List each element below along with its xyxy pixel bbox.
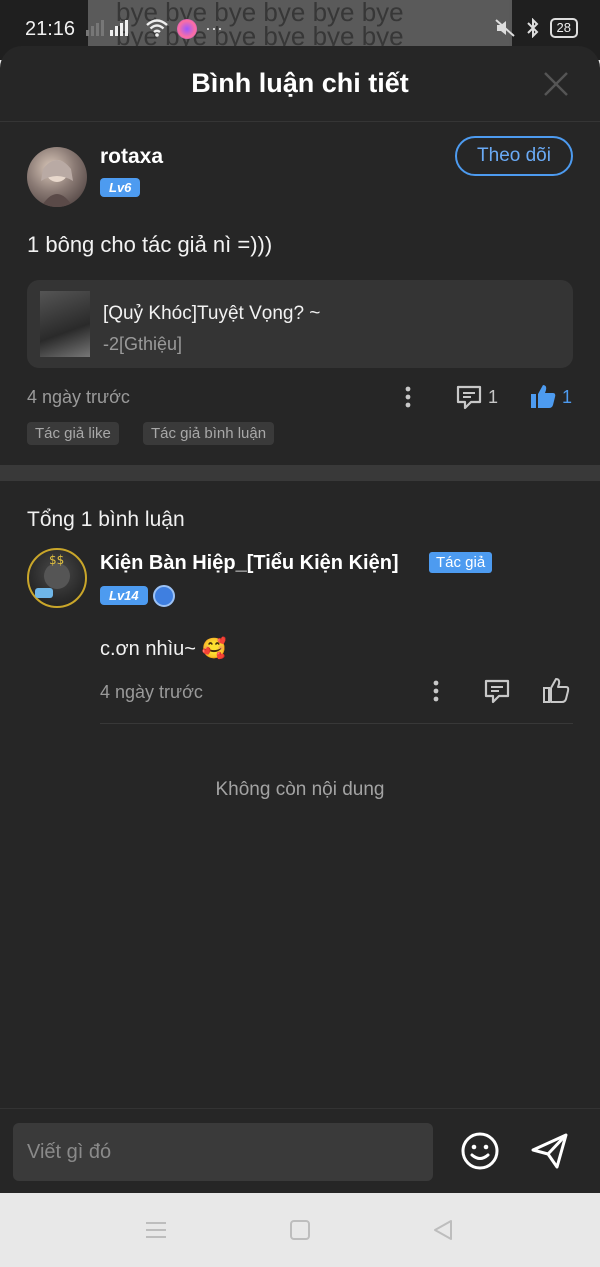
more-notifications-icon: ··· <box>205 18 223 38</box>
mute-icon <box>494 19 515 37</box>
comment-separator <box>100 723 573 724</box>
avatar-image <box>41 160 73 207</box>
reply-icon[interactable] <box>483 678 511 704</box>
avatar[interactable] <box>27 147 87 207</box>
post-text: 1 bông cho tác giả nì =))) <box>27 232 273 257</box>
comment-time: 4 ngày trước <box>100 682 203 702</box>
comment-like-icon[interactable] <box>542 676 570 704</box>
tag-author-comment: Tác giả bình luận <box>143 422 275 445</box>
menu-icon[interactable] <box>145 1220 167 1240</box>
system-nav-bar <box>0 1193 600 1267</box>
commenter-name[interactable]: Kiện Bàn Hiệp_[Tiểu Kiện Kiện] <box>100 552 399 575</box>
verified-icon <box>153 585 175 607</box>
post-time: 4 ngày trước <box>27 387 130 407</box>
like-icon-active[interactable] <box>529 382 557 410</box>
like-count: 1 <box>562 387 573 407</box>
novel-subtitle: -2[Gthiệu] <box>103 334 183 354</box>
total-comments-label: Tổng 1 bình luận <box>27 508 185 531</box>
tag-author-like: Tác giả like <box>27 422 119 445</box>
wifi-icon <box>146 19 168 37</box>
home-icon[interactable] <box>289 1219 311 1241</box>
bluetooth-icon <box>526 18 538 38</box>
level-badge: Lv6 <box>100 178 141 197</box>
close-icon[interactable] <box>542 70 570 98</box>
comment-more-options-icon[interactable] <box>428 679 444 703</box>
app-notification-icon <box>177 19 197 39</box>
section-divider <box>0 465 600 481</box>
signal-icon <box>86 20 128 36</box>
commenter-avatar[interactable]: $$ <box>27 548 87 608</box>
comment-composer <box>0 1108 600 1193</box>
novel-cover <box>40 291 90 357</box>
comment-input[interactable] <box>13 1123 433 1181</box>
commenter-avatar-image: $$ <box>35 553 70 598</box>
follow-button[interactable]: Theo dõi <box>455 136 573 176</box>
send-icon[interactable] <box>529 1131 571 1171</box>
commenter-level-badge: Lv14 <box>100 586 148 605</box>
back-icon[interactable] <box>432 1219 454 1241</box>
status-time: 21:16 <box>25 18 76 40</box>
comment-count: 1 <box>488 387 499 407</box>
sheet-title: Bình luận chi tiết <box>191 68 409 98</box>
sheet-header: Bình luận chi tiết <box>0 46 600 122</box>
battery-icon: 28 <box>549 18 578 38</box>
more-options-icon[interactable] <box>400 385 416 409</box>
novel-title: [Quỷ Khóc]Tuyệt Vọng? ~ <box>103 303 321 324</box>
svg-text:$$: $$ <box>49 553 64 567</box>
comment-icon[interactable] <box>455 384 483 410</box>
emoji-icon[interactable] <box>460 1131 500 1171</box>
no-more-content: Không còn nội dung <box>215 779 385 800</box>
author-badge: Tác giả <box>429 552 493 573</box>
comment-text: c.ơn nhìu~ 🥰 <box>100 638 227 660</box>
post-username[interactable]: rotaxa <box>100 145 163 169</box>
comment-detail-sheet: Bình luận chi tiết rotaxa Lv6 Theo dõi 1… <box>0 46 600 1193</box>
novel-card[interactable]: [Quỷ Khóc]Tuyệt Vọng? ~ -2[Gthiệu] <box>27 280 573 368</box>
